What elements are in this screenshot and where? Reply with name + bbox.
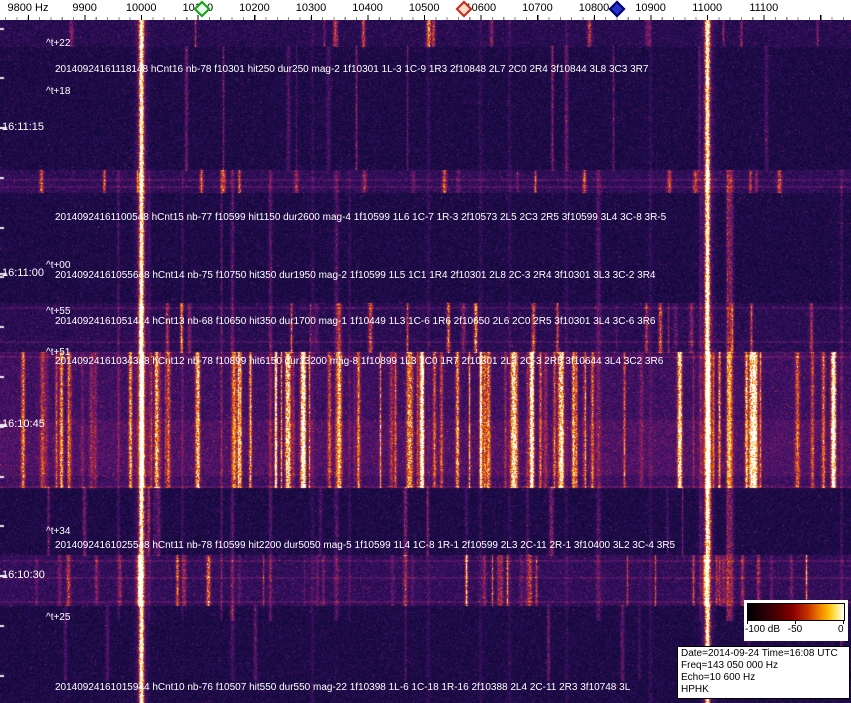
- freq-tick-label: 11100: [749, 2, 778, 14]
- freq-tick-label: 10700: [522, 2, 553, 14]
- spectrogram-canvas[interactable]: [0, 20, 851, 703]
- freq-tick-label: 10300: [296, 2, 327, 14]
- freq-tick-label: 9800 Hz: [8, 2, 49, 14]
- freq-tick-label: 10900: [635, 2, 666, 14]
- ruler-major-ticks: [0, 15, 851, 20]
- freq-tick-label: 11000: [692, 2, 722, 14]
- freq-tick-label: 10200: [239, 2, 270, 14]
- frequency-ruler[interactable]: 9800 Hz 9900 10000 10100 10200 10300 104…: [0, 0, 851, 20]
- spectrogram-app: 9800 Hz 9900 10000 10100 10200 10300 104…: [0, 0, 851, 703]
- freq-tick-label: 10500: [409, 2, 440, 14]
- freq-tick-label: 9900: [72, 2, 96, 14]
- freq-tick-label: 10400: [352, 2, 383, 14]
- freq-tick-label: 10800: [579, 2, 610, 14]
- freq-tick-label: 10000: [126, 2, 157, 14]
